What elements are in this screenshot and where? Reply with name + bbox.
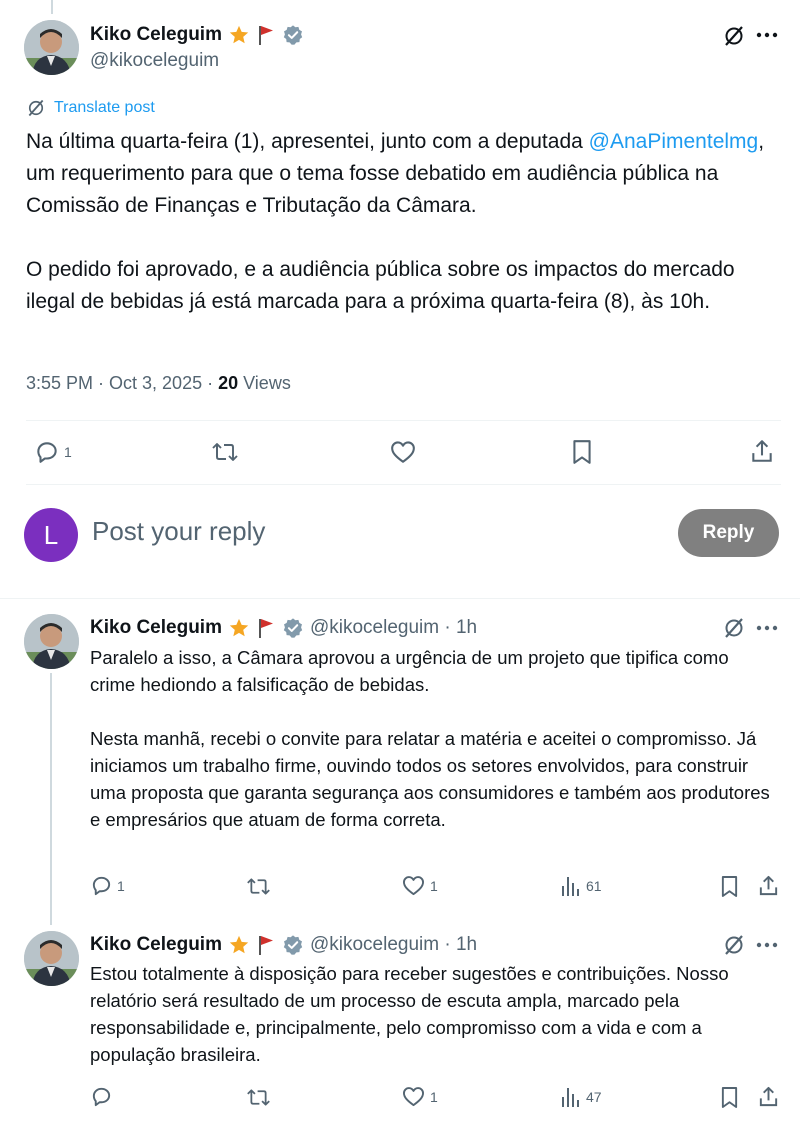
post-timestamp: 3:55 PM · Oct 3, 2025 · 20 Views (26, 373, 291, 393)
translate-label[interactable]: Translate post (54, 99, 155, 117)
flag-emoji-icon (256, 934, 276, 956)
reply-action[interactable] (90, 1085, 117, 1108)
views-count: 61 (586, 878, 602, 894)
repost-icon[interactable] (246, 1086, 271, 1109)
reply-author-avatar[interactable] (24, 614, 79, 669)
analytics-icon (561, 875, 581, 897)
views-action[interactable]: 47 (561, 1086, 602, 1108)
share-icon[interactable] (757, 874, 780, 897)
flag-emoji-icon (256, 617, 276, 639)
reply-icon (90, 874, 113, 897)
reply-icon (34, 439, 60, 465)
grok-icon[interactable] (722, 24, 746, 48)
star-emoji-icon (228, 24, 250, 46)
like-count: 1 (430, 877, 438, 894)
reply-action[interactable]: 1 (90, 874, 125, 897)
repost-icon[interactable] (246, 875, 271, 898)
reply-body: Paralelo a isso, a Câmara aprovou a urgê… (90, 644, 770, 833)
share-icon[interactable] (749, 438, 775, 464)
verified-badge-icon (282, 617, 304, 639)
views-count: 47 (586, 1089, 602, 1105)
like-action[interactable]: 1 (402, 875, 438, 896)
like-icon (402, 1086, 425, 1107)
reply-author-avatar[interactable] (24, 931, 79, 986)
reply-input[interactable]: Post your reply (92, 516, 265, 547)
views-action[interactable]: 61 (561, 875, 602, 897)
grok-icon[interactable] (722, 933, 746, 957)
reply-author-row: Kiko Celeguim @kikoceleguim · 1h (90, 932, 477, 958)
reply-button[interactable]: Reply (678, 509, 779, 557)
more-options-icon[interactable] (756, 625, 778, 631)
analytics-icon (561, 1086, 581, 1108)
bookmark-icon[interactable] (720, 875, 739, 898)
thread-line-top (51, 0, 53, 14)
like-icon[interactable] (390, 440, 416, 464)
repost-icon[interactable] (211, 439, 239, 465)
views-count: 20 (218, 373, 239, 393)
verified-badge-icon (282, 24, 304, 46)
user-avatar-letter: L (43, 519, 59, 550)
reply-paragraph-1: Estou totalmente à disposição para receb… (90, 963, 729, 1065)
reply-author-name[interactable]: Kiko Celeguim (90, 617, 222, 639)
reply-body: Estou totalmente à disposição para receb… (90, 960, 780, 1068)
user-avatar[interactable]: L (24, 508, 78, 562)
like-action[interactable]: 1 (402, 1086, 438, 1107)
reply-handle-time[interactable]: @kikoceleguim · 1h (310, 617, 477, 639)
divider (26, 484, 781, 485)
reply-author-row: Kiko Celeguim @kikoceleguim · 1h (90, 615, 477, 641)
author-handle[interactable]: @kikoceleguim (90, 50, 219, 72)
share-icon[interactable] (757, 1085, 780, 1108)
translate-icon (26, 98, 46, 118)
author-name[interactable]: Kiko Celeguim (90, 24, 222, 46)
bookmark-icon[interactable] (720, 1086, 739, 1109)
flag-emoji-icon (256, 24, 276, 46)
divider (0, 598, 800, 599)
author-avatar[interactable] (24, 20, 79, 75)
like-count: 1 (430, 1088, 438, 1105)
reply-count: 1 (64, 444, 72, 460)
more-options-icon[interactable] (756, 942, 778, 948)
post-body: Na última quarta-feira (1), apresentei, … (26, 126, 781, 318)
like-icon (402, 875, 425, 896)
reply-paragraph-1: Paralelo a isso, a Câmara aprovou a urgê… (90, 647, 729, 695)
divider (26, 420, 781, 421)
post-paragraph-1: Na última quarta-feira (1), apresentei, … (26, 130, 765, 217)
post-paragraph-2: O pedido foi aprovado, e a audiência púb… (26, 258, 735, 313)
bookmark-icon[interactable] (571, 439, 593, 465)
reply-paragraph-2: Nesta manhã, recebi o convite para relat… (90, 728, 770, 830)
reply-author-name[interactable]: Kiko Celeguim (90, 934, 222, 956)
star-emoji-icon (228, 617, 250, 639)
mention-link[interactable]: @AnaPimentelmg (589, 130, 759, 153)
grok-icon[interactable] (722, 616, 746, 640)
star-emoji-icon (228, 934, 250, 956)
translate-post-link[interactable]: Translate post (26, 98, 155, 118)
reply-handle-time[interactable]: @kikoceleguim · 1h (310, 934, 477, 956)
more-options-icon[interactable] (756, 32, 778, 38)
reply-count: 1 (117, 877, 125, 894)
reply-icon (90, 1085, 113, 1108)
reply-action[interactable]: 1 (34, 439, 72, 465)
author-row: Kiko Celeguim (90, 22, 304, 48)
verified-badge-icon (282, 934, 304, 956)
thread-line (50, 673, 52, 925)
